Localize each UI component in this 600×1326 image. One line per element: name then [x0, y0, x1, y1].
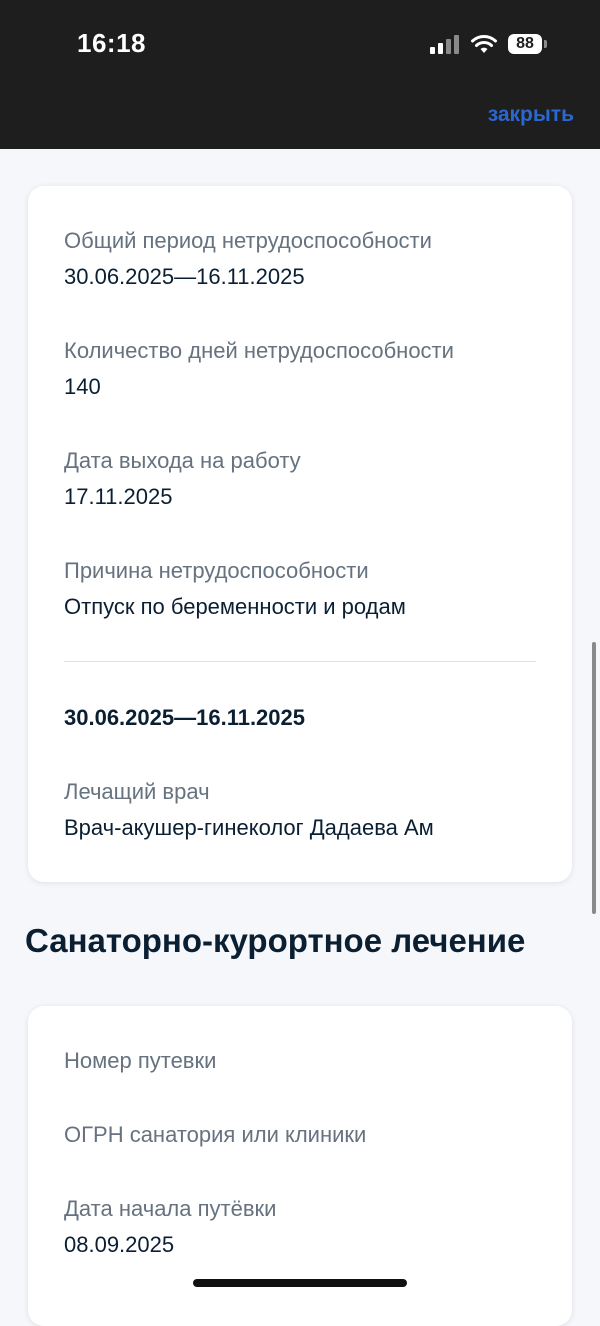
wifi-icon	[471, 35, 497, 53]
section-title-sanatorium: Санаторно-курортное лечение	[25, 922, 526, 959]
reason-value: Отпуск по беременности и родам	[64, 594, 406, 619]
voucher-number-label: Номер путевки	[64, 1048, 217, 1073]
voucher-start-date-label: Дата начала путёвки	[64, 1196, 277, 1221]
voucher-start-date-value: 08.09.2025	[64, 1232, 175, 1257]
ogrn-label: ОГРН санатория или клиники	[64, 1122, 367, 1147]
battery-tip	[544, 40, 547, 48]
return-date-label: Дата выхода на работу	[64, 448, 301, 473]
doctor-value: Врач-акушер-гинеколог Дадаева Ам	[64, 815, 434, 840]
days-count-value: 140	[64, 374, 101, 399]
return-date-value: 17.11.2025	[64, 484, 173, 509]
cellular-signal-icon	[430, 35, 459, 54]
incapacity-details-card: Общий период нетрудоспособности 30.06.20…	[28, 186, 572, 882]
scrollbar[interactable]	[592, 642, 596, 914]
close-button[interactable]: закрыть	[488, 103, 574, 127]
divider	[64, 661, 536, 662]
period-range: 30.06.2025—16.11.2025	[64, 705, 306, 730]
top-bar: 16:18 88 закрыть	[0, 0, 600, 149]
days-count-label: Количество дней нетрудоспособности	[64, 338, 454, 363]
total-period-label: Общий период нетрудоспособности	[64, 228, 432, 253]
battery-icon: 88	[508, 34, 542, 54]
total-period-value: 30.06.2025—16.11.2025	[64, 264, 305, 289]
sanatorium-card: Номер путевки ОГРН санатория или клиники…	[28, 1006, 572, 1326]
reason-label: Причина нетрудоспособности	[64, 558, 369, 583]
doctor-label: Лечащий врач	[64, 779, 210, 804]
battery-level: 88	[516, 35, 534, 52]
home-indicator[interactable]	[193, 1279, 407, 1287]
status-time: 16:18	[77, 28, 146, 58]
